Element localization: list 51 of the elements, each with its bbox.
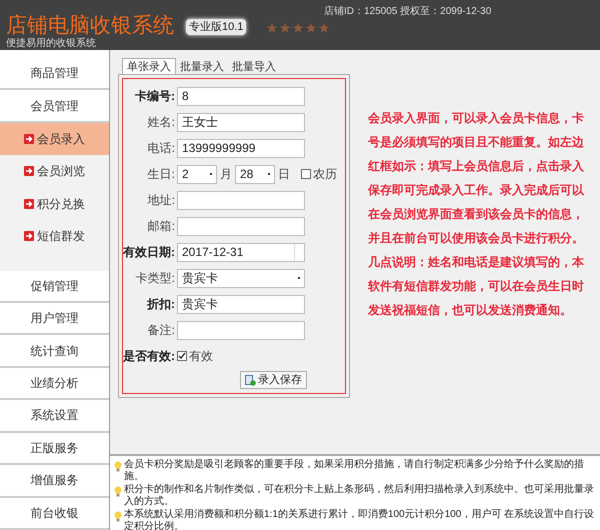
text-field[interactable]: 13999999999	[177, 138, 305, 158]
arrow-icon	[24, 134, 34, 144]
month-select[interactable]: 2	[177, 164, 217, 184]
checkbox-label: 农历	[313, 166, 337, 183]
save-button[interactable]: 录入保存	[240, 371, 307, 389]
text-field[interactable]	[177, 320, 305, 340]
sidebar-item[interactable]: 积分兑换	[0, 188, 109, 220]
field-label: 邮箱:	[146, 218, 175, 235]
month-label: 月	[220, 166, 232, 183]
lightbulb-icon	[114, 461, 122, 472]
arrow-icon	[24, 166, 34, 176]
valid-checkbox[interactable]	[177, 351, 187, 361]
card-type-select[interactable]: 贵宾卡	[177, 268, 305, 288]
sidebar-item[interactable]: 短信群发	[0, 220, 109, 270]
field-label: 卡类型:	[134, 270, 175, 287]
field-label: 折扣:	[146, 296, 175, 313]
store-info: 店铺ID：125005 授权至：2099-12-30	[324, 4, 492, 19]
date-field[interactable]: 2017-12-31	[177, 242, 305, 262]
checkbox-label: 有效	[189, 348, 213, 365]
text-field[interactable]: 8	[177, 86, 305, 106]
field-label: 地址:	[146, 192, 175, 209]
field-label: 生日:	[146, 166, 175, 183]
text-field[interactable]	[177, 190, 305, 210]
day-label: 日	[278, 166, 290, 183]
sidebar-item[interactable]: 会员录入	[0, 122, 109, 156]
text-field[interactable]: 王女士	[177, 112, 305, 132]
field-label: 是否有效:	[123, 348, 175, 365]
arrow-icon	[24, 198, 34, 209]
sidebar-item[interactable]: 会员浏览	[0, 155, 109, 188]
field-label: 备注:	[146, 322, 175, 339]
field-label: 姓名:	[146, 114, 175, 131]
text-field[interactable]	[177, 216, 305, 236]
day-select[interactable]: 28	[235, 164, 275, 184]
field-label: 卡编号:	[134, 88, 175, 105]
lunar-checkbox[interactable]	[301, 169, 311, 179]
app-subtitle: 便捷易用的收银系统	[6, 38, 97, 50]
save-icon	[245, 374, 256, 386]
lightbulb-icon	[114, 511, 122, 522]
lightbulb-icon	[114, 486, 122, 497]
tip-text: 会员卡积分奖励是吸引老顾客的重要手段，如果采用积分措施，请自行制定积满多少分给予什么奖励的措施。	[124, 459, 585, 483]
field-label: 电话:	[146, 140, 175, 157]
instruction-note: 会员录入界面，可以录入会员卡信息，卡号是必须填写的项目且不能重复。如左边红框如示：填写上会员信息后，点击录入保存即可完成录入工作。录入完成后可以在会员浏览界面查看到该会员卡的信息，并且在前台可以使用该会员卡进行积分。几点说明：姓名和电话是建议填写的，本软件有短信群发功能，可以在会员生日时发送祝福短信，也可以发送消费通知。	[368, 110, 586, 319]
tab[interactable]: 批量导入	[228, 60, 280, 74]
edition-label: 专业版10.1	[186, 18, 246, 35]
field-label: 有效日期:	[123, 244, 175, 261]
tip-text: 积分卡的制作和名片制作类似，可在积分卡上贴上条形码，然后利用扫描枪录入到系统中。也可采用批量录入的方式。	[124, 484, 595, 508]
text-field[interactable]: 贵宾卡	[177, 294, 305, 314]
arrow-icon	[24, 231, 34, 242]
tab[interactable]: 批量录入	[176, 60, 228, 74]
tab[interactable]: 单张录入	[122, 58, 176, 74]
app-title: 店铺电脑收银系统	[6, 14, 174, 38]
